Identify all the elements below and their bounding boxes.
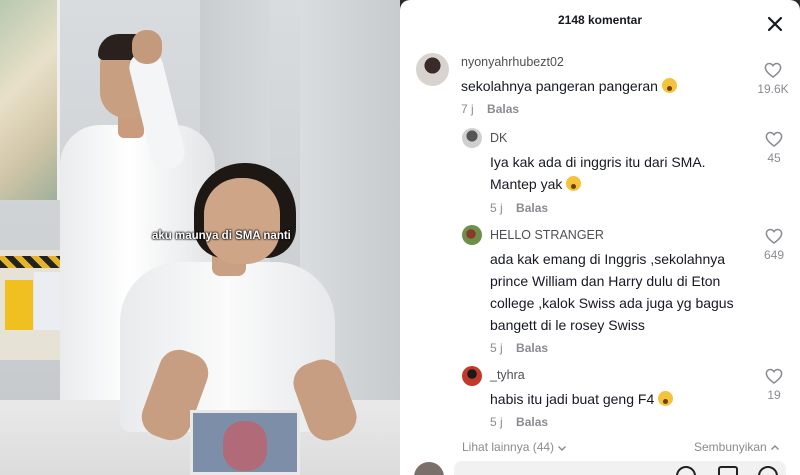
video-frame[interactable]: aku maunya di SMA nanti — [0, 0, 400, 475]
comment-time: 7 j — [461, 102, 474, 116]
comment-time: 5 j — [490, 201, 503, 215]
like-button[interactable]: 649 — [759, 226, 789, 262]
chevron-up-icon — [771, 444, 780, 450]
hide-label: Sembunyikan — [694, 440, 767, 454]
like-button[interactable]: 19 — [759, 366, 789, 402]
like-count: 45 — [767, 151, 781, 165]
heart-icon — [765, 131, 783, 148]
man-hand — [132, 30, 162, 64]
avatar[interactable] — [462, 366, 482, 386]
like-button[interactable]: 45 — [759, 129, 789, 165]
grinning-sweat-emoji — [658, 391, 674, 406]
heart-icon — [764, 62, 782, 79]
woman-face — [204, 178, 280, 264]
video-caption: aku maunya di SMA nanti — [152, 230, 291, 242]
comment-body: Iya kak ada di inggris itu dari SMA. Man… — [490, 154, 706, 192]
held-photo — [190, 410, 300, 475]
like-count: 649 — [763, 248, 785, 262]
comment-text: Iya kak ada di inggris itu dari SMA. Man… — [490, 151, 740, 195]
close-button[interactable] — [763, 12, 787, 36]
reply-button[interactable]: Balas — [516, 341, 548, 355]
view-more-label: Lihat lainnya (44) — [462, 440, 555, 454]
comment-text: sekolahnya pangeran pangeran — [461, 75, 741, 97]
comment-meta: 7 j Balas — [461, 102, 519, 116]
comment-meta: 5 j Balas — [490, 415, 548, 429]
gift-icon[interactable] — [718, 466, 738, 475]
comment-time: 5 j — [490, 341, 503, 355]
comment-count-title: 2148 komentar — [557, 13, 643, 27]
view-more-replies-button[interactable]: Lihat lainnya (44) — [462, 440, 567, 454]
comment-meta: 5 j Balas — [490, 341, 548, 355]
wall-artwork — [0, 0, 60, 200]
like-button[interactable]: 19.6K — [752, 60, 794, 96]
comment-time: 5 j — [490, 415, 503, 429]
comment-text: habis itu jadi buat geng F4 — [490, 388, 750, 410]
avatar[interactable] — [462, 128, 482, 148]
comment-username[interactable]: nyonyahrhubezt02 — [461, 55, 564, 69]
hushed-face-emoji — [661, 78, 677, 93]
hide-replies-button[interactable]: Sembunyikan — [694, 440, 780, 454]
comment-meta: 5 j Balas — [490, 201, 548, 215]
comment-username[interactable]: _tyhra — [490, 368, 525, 382]
like-count: 19 — [767, 388, 781, 402]
comment-body: sekolahnya pangeran pangeran — [461, 78, 658, 94]
close-icon — [767, 16, 783, 32]
reply-button[interactable]: Balas — [487, 102, 519, 116]
reply-button[interactable]: Balas — [516, 201, 548, 215]
avatar[interactable] — [416, 53, 449, 86]
avatar[interactable] — [462, 225, 482, 245]
heart-icon — [765, 368, 783, 385]
reply-button[interactable]: Balas — [516, 415, 548, 429]
comment-body: habis itu jadi buat geng F4 — [490, 391, 655, 407]
tears-of-joy-emoji — [566, 176, 582, 191]
comments-panel: 2148 komentar nyonyahrhubezt02 sekolahny… — [400, 0, 800, 475]
chevron-down-icon — [558, 445, 567, 451]
like-count: 19.6K — [757, 82, 789, 96]
heart-icon — [765, 228, 783, 245]
comment-text: ada kak emang di Inggris ,sekolahnya pri… — [490, 251, 734, 333]
comment-username[interactable]: HELLO STRANGER — [490, 228, 604, 242]
comment-username[interactable]: DK — [490, 131, 507, 145]
